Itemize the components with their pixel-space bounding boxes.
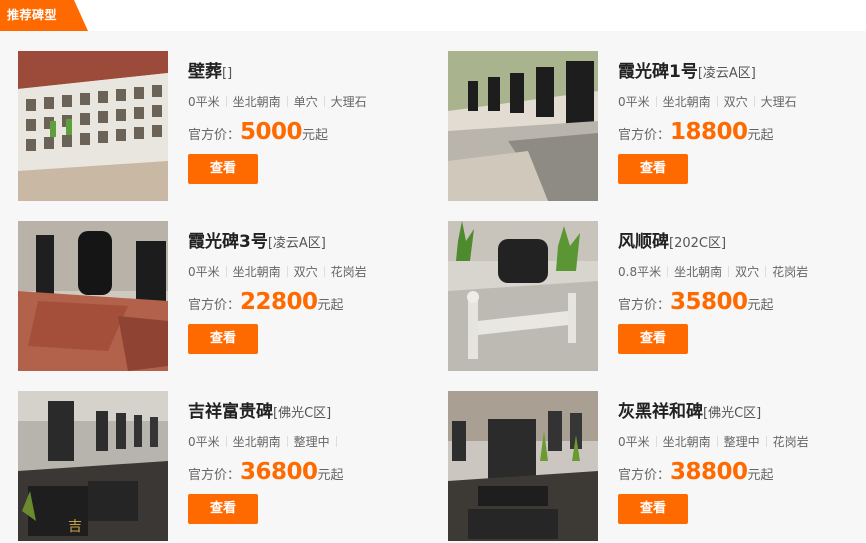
price-value: 22800 — [240, 289, 318, 315]
product-image[interactable]: 吉 — [18, 391, 168, 541]
product-orientation: 坐北朝南 — [232, 95, 281, 109]
product-area: [佛光C区] — [273, 406, 332, 421]
product-image[interactable] — [448, 391, 598, 541]
product-title[interactable]: 灰黑祥和碑[佛光C区] — [618, 400, 866, 424]
product-orientation: 坐北朝南 — [662, 95, 711, 109]
product-attributes: 0平米 坐北朝南 双穴 花岗岩 — [188, 264, 438, 280]
product-type: 双穴 — [723, 95, 748, 109]
product-type: 整理中 — [723, 435, 760, 449]
product-title[interactable]: 霞光碑3号[凌云A区] — [188, 230, 438, 254]
product-title[interactable]: 霞光碑1号[凌云A区] — [618, 60, 866, 84]
product-area: [凌云A区] — [697, 66, 756, 81]
product-name[interactable]: 吉祥富贵碑 — [188, 402, 273, 422]
product-orientation: 坐北朝南 — [674, 265, 723, 279]
product-size: 0平米 — [188, 95, 220, 109]
view-button[interactable]: 查看 — [618, 154, 688, 184]
product-area: [202C区] — [669, 236, 727, 251]
product-price: 官方价：35800元起 — [618, 288, 866, 316]
view-button[interactable]: 查看 — [188, 494, 258, 524]
product-title[interactable]: 吉祥富贵碑[佛光C区] — [188, 400, 438, 424]
product-card: 风顺碑[202C区] 0.8平米 坐北朝南 双穴 花岗岩 官方价：35800元起 查看 — [448, 221, 866, 371]
price-label: 官方价： — [188, 298, 241, 313]
product-attributes: 0平米 坐北朝南 单穴 大理石 — [188, 94, 438, 110]
product-card: 霞光碑1号[凌云A区] 0平米 坐北朝南 双穴 大理石 官方价：18800元起 查看 — [448, 51, 866, 201]
product-size: 0平米 — [188, 435, 220, 449]
price-unit: 元起 — [747, 298, 774, 313]
product-title[interactable]: 壁葬[] — [188, 60, 438, 84]
product-price: 官方价：18800元起 — [618, 118, 866, 146]
price-unit: 元起 — [747, 128, 774, 143]
product-grid: 壁葬[] 0平米 坐北朝南 单穴 大理石 官方价：5000元起 查看 霞光碑1号… — [0, 31, 866, 543]
product-name[interactable]: 霞光碑3号 — [188, 232, 268, 252]
product-image[interactable] — [18, 221, 168, 371]
product-price: 官方价：22800元起 — [188, 288, 438, 316]
view-button[interactable]: 查看 — [188, 154, 258, 184]
product-card: 壁葬[] 0平米 坐北朝南 单穴 大理石 官方价：5000元起 查看 — [18, 51, 438, 201]
product-card: 霞光碑3号[凌云A区] 0平米 坐北朝南 双穴 花岗岩 官方价：22800元起 查看 — [18, 221, 438, 371]
product-material: 花岗岩 — [330, 265, 367, 279]
price-unit: 元起 — [317, 298, 344, 313]
product-type: 整理中 — [293, 435, 330, 449]
price-label: 官方价： — [188, 468, 241, 483]
product-price: 官方价：38800元起 — [618, 458, 866, 486]
product-attributes: 0平米 坐北朝南 整理中 — [188, 434, 438, 450]
product-name[interactable]: 壁葬 — [188, 62, 222, 82]
view-button[interactable]: 查看 — [618, 494, 688, 524]
product-type: 双穴 — [735, 265, 760, 279]
product-size: 0平米 — [618, 95, 650, 109]
product-size: 0平米 — [618, 435, 650, 449]
product-image[interactable] — [448, 51, 598, 201]
product-material: 大理石 — [330, 95, 367, 109]
product-attributes: 0.8平米 坐北朝南 双穴 花岗岩 — [618, 264, 866, 280]
product-name[interactable]: 灰黑祥和碑 — [618, 402, 703, 422]
price-unit: 元起 — [747, 468, 774, 483]
product-title[interactable]: 风顺碑[202C区] — [618, 230, 866, 254]
product-price: 官方价：5000元起 — [188, 118, 438, 146]
price-value: 35800 — [670, 289, 748, 315]
price-unit: 元起 — [317, 468, 344, 483]
price-label: 官方价： — [618, 298, 671, 313]
product-size: 0.8平米 — [618, 265, 662, 279]
product-area: [] — [222, 66, 233, 81]
price-label: 官方价： — [618, 128, 671, 143]
product-price: 官方价：36800元起 — [188, 458, 438, 486]
product-image[interactable] — [18, 51, 168, 201]
product-name[interactable]: 霞光碑1号 — [618, 62, 698, 82]
product-area: [凌云A区] — [267, 236, 326, 251]
product-card: 吉 吉祥富贵碑[佛光C区] 0平米 坐北朝南 整理中 官方价：36800元起 查看 — [18, 391, 438, 541]
price-value: 5000 — [240, 119, 303, 145]
product-type: 单穴 — [293, 95, 318, 109]
product-card: 灰黑祥和碑[佛光C区] 0平米 坐北朝南 整理中 花岗岩 官方价：38800元起 查看 — [448, 391, 866, 541]
price-unit: 元起 — [302, 128, 329, 143]
price-label: 官方价： — [188, 128, 241, 143]
product-name[interactable]: 风顺碑 — [618, 232, 669, 252]
product-orientation: 坐北朝南 — [232, 265, 281, 279]
price-value: 18800 — [670, 119, 748, 145]
product-orientation: 坐北朝南 — [232, 435, 281, 449]
product-attributes: 0平米 坐北朝南 整理中 花岗岩 — [618, 434, 866, 450]
product-attributes: 0平米 坐北朝南 双穴 大理石 — [618, 94, 866, 110]
view-button[interactable]: 查看 — [618, 324, 688, 354]
price-value: 38800 — [670, 459, 748, 485]
section-header: 推荐碑型 — [0, 0, 866, 31]
product-type: 双穴 — [293, 265, 318, 279]
product-material: 花岗岩 — [772, 265, 809, 279]
price-label: 官方价： — [618, 468, 671, 483]
product-material: 大理石 — [760, 95, 797, 109]
product-material: 花岗岩 — [772, 435, 809, 449]
product-area: [佛光C区] — [703, 406, 762, 421]
product-image[interactable] — [448, 221, 598, 371]
product-size: 0平米 — [188, 265, 220, 279]
price-value: 36800 — [240, 459, 318, 485]
svg-text:吉: 吉 — [68, 519, 82, 535]
product-orientation: 坐北朝南 — [662, 435, 711, 449]
view-button[interactable]: 查看 — [188, 324, 258, 354]
section-tab-recommended: 推荐碑型 — [0, 0, 88, 31]
